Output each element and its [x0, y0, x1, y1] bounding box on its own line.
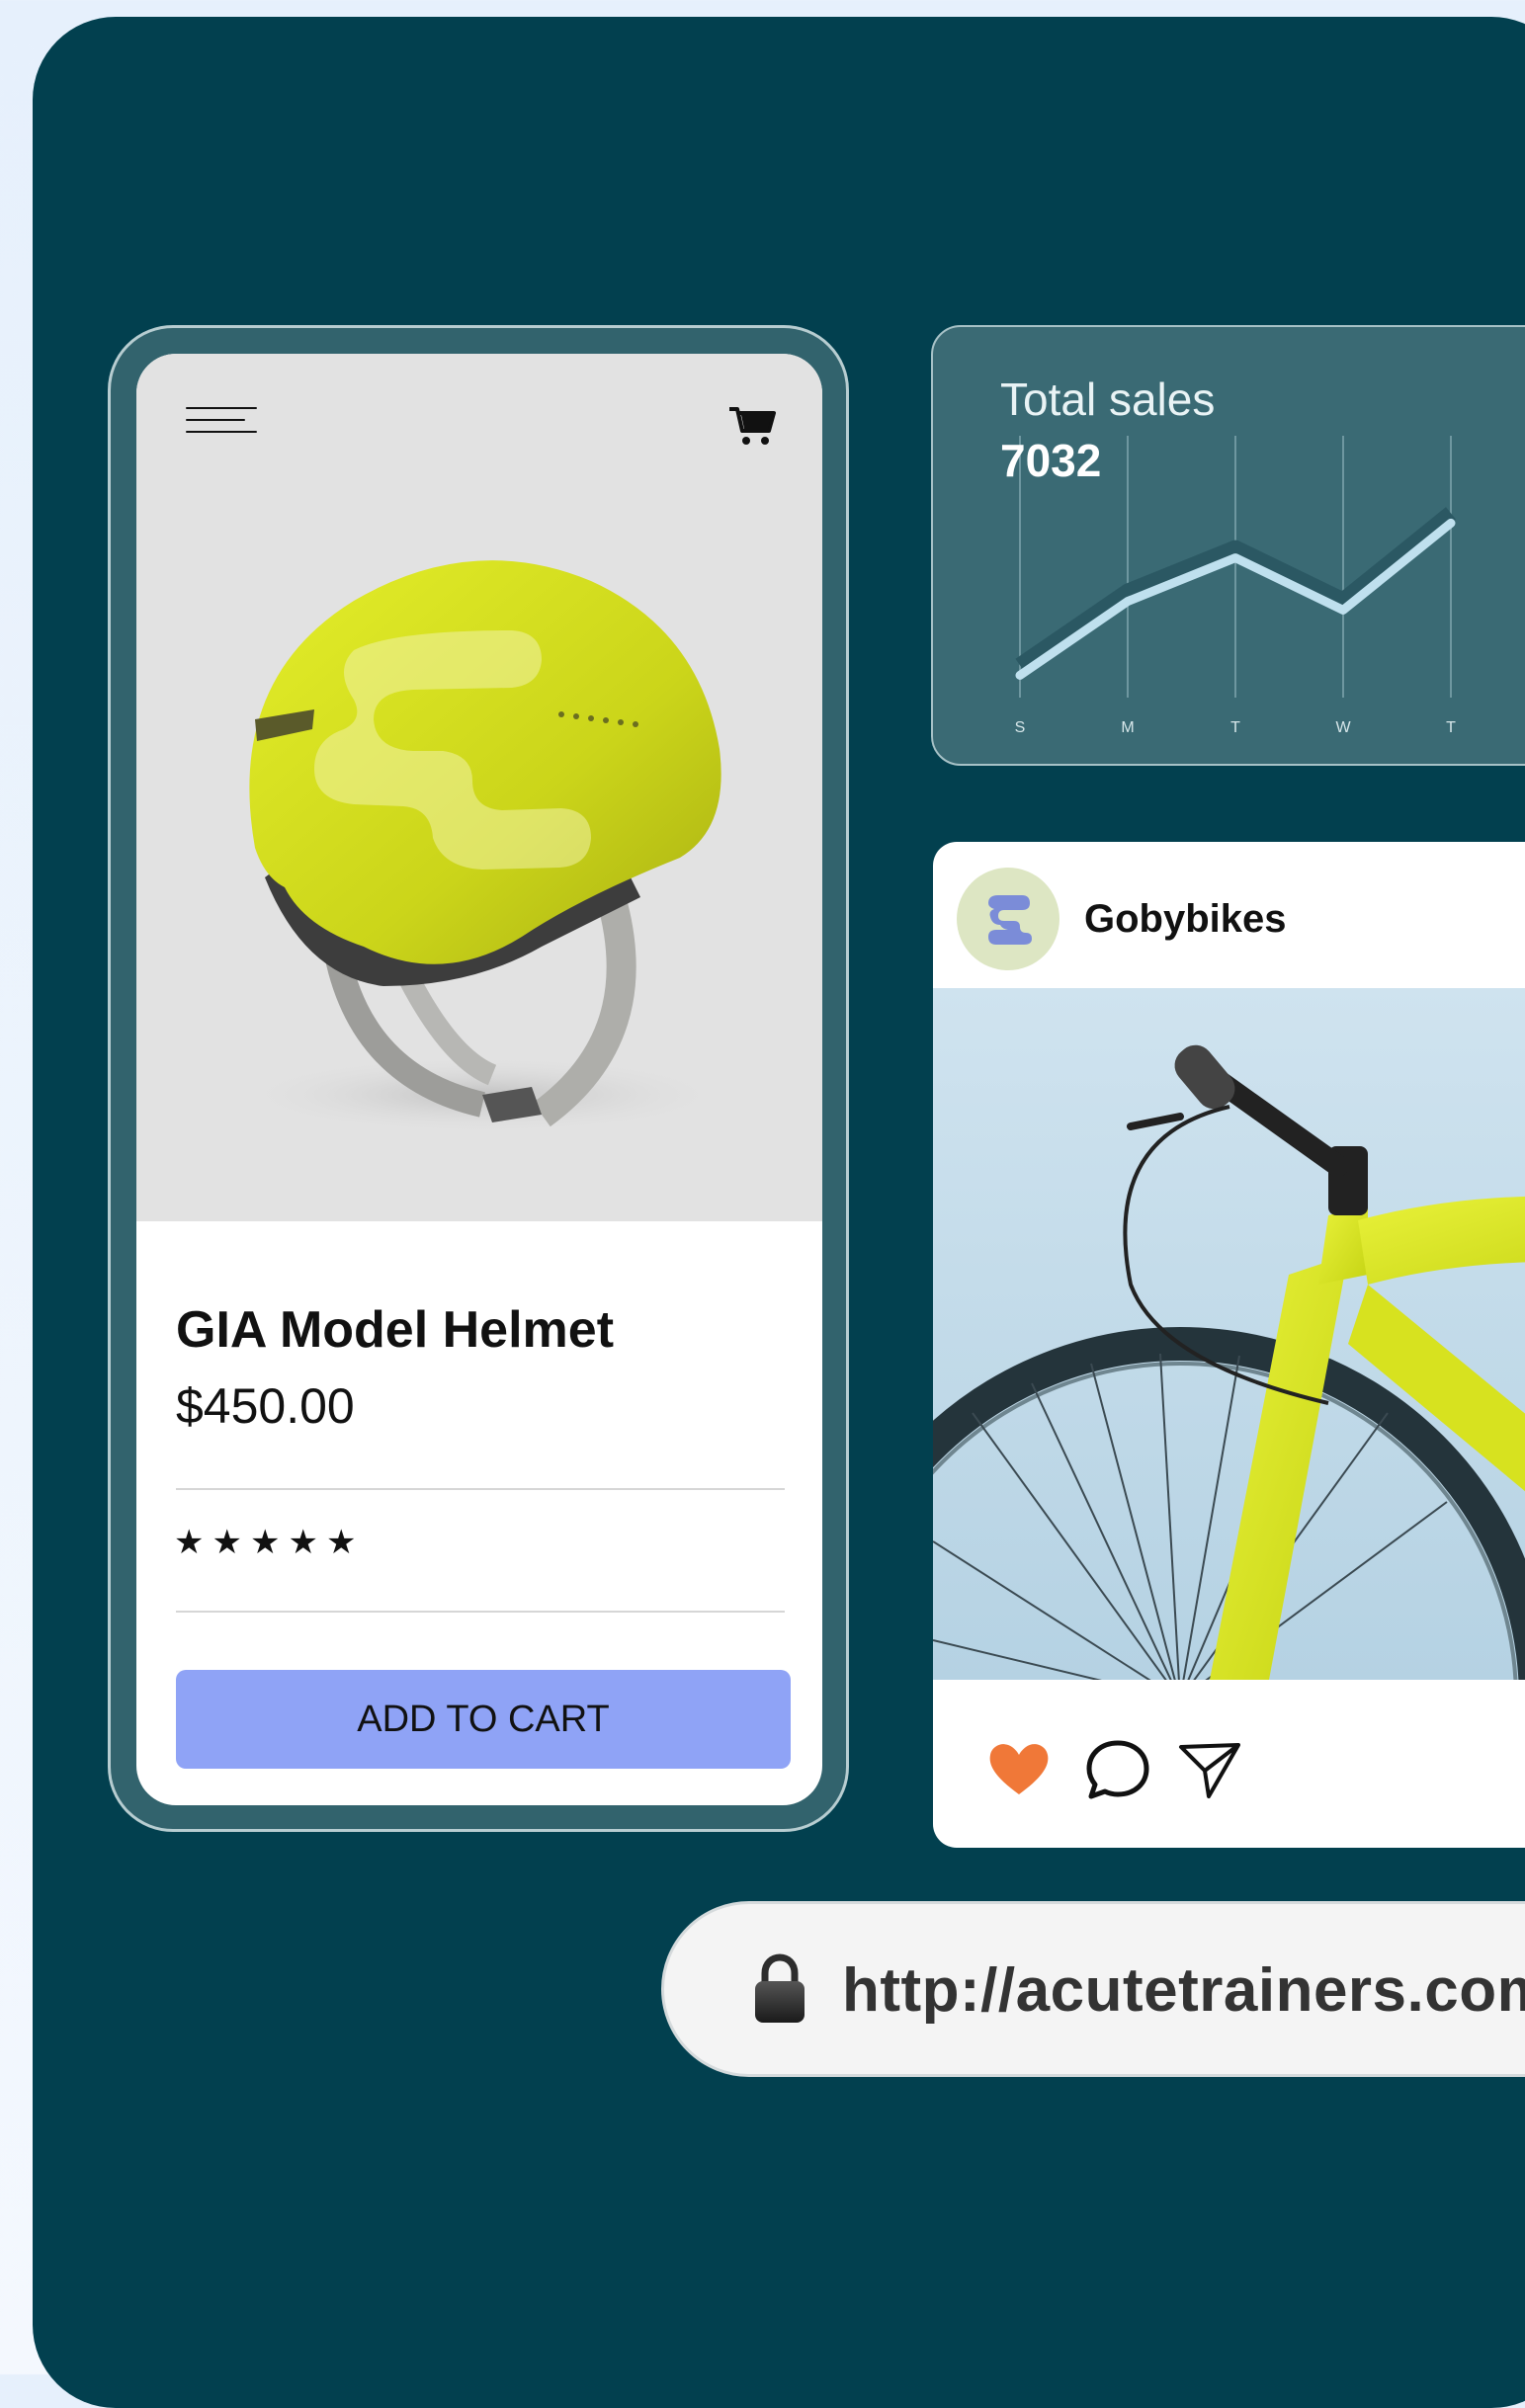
helmet-image — [235, 560, 729, 1134]
url-text[interactable]: http://acutetrainers.com — [842, 1955, 1525, 2026]
rating-stars: ★ ★ ★ ★ ★ — [174, 1526, 356, 1559]
lock-icon — [755, 1953, 805, 2023]
divider — [176, 1488, 785, 1490]
chart-tick-label: T — [1446, 719, 1456, 736]
divider — [176, 1611, 785, 1613]
product-price: $450.00 — [176, 1378, 355, 1434]
hero-scene: GIA Model Helmet $450.00 ★ ★ ★ ★ ★ ADD T… — [33, 17, 1525, 2408]
avatar[interactable] — [957, 868, 1059, 970]
phone-screen: GIA Model Helmet $450.00 ★ ★ ★ ★ ★ ADD T… — [136, 354, 822, 1805]
chart-point — [1124, 597, 1132, 606]
post-account-name[interactable]: Gobybikes — [1084, 897, 1287, 942]
chart-tick-label: M — [1121, 719, 1134, 736]
sales-label: Total sales — [1000, 374, 1216, 425]
chart-point — [1447, 519, 1455, 528]
browser-url-bar[interactable]: http://acutetrainers.com — [661, 1901, 1525, 2077]
star-icon: ★ — [249, 1523, 281, 1562]
product-phone-card: GIA Model Helmet $450.00 ★ ★ ★ ★ ★ ADD T… — [108, 325, 849, 1832]
star-icon: ★ — [325, 1523, 357, 1562]
post-header: Gobybikes — [933, 842, 1525, 988]
star-icon: ★ — [174, 1523, 205, 1562]
brand-logo-icon — [988, 895, 1032, 945]
chart-point — [1016, 671, 1024, 680]
add-to-cart-button[interactable]: ADD TO CART — [176, 1670, 791, 1769]
heart-icon[interactable] — [984, 1737, 1054, 1800]
comment-icon[interactable] — [1083, 1737, 1152, 1800]
chart-point — [1339, 606, 1347, 615]
star-icon: ★ — [212, 1523, 242, 1562]
chart-tick-label: S — [1015, 719, 1026, 736]
star-icon: ★ — [288, 1523, 318, 1562]
chart-tick-label: T — [1230, 719, 1240, 736]
menu-icon[interactable] — [186, 403, 257, 439]
product-title: GIA Model Helmet — [176, 1301, 615, 1359]
send-icon[interactable] — [1175, 1737, 1244, 1800]
chart-point — [1231, 553, 1239, 562]
post-actions — [933, 1680, 1525, 1848]
chart-tick-label: W — [1335, 719, 1351, 736]
sales-card: S M T W T Total sales 7032 — [931, 325, 1525, 766]
social-post-card: Gobybikes — [933, 842, 1525, 1848]
sales-value: 7032 — [1000, 435, 1102, 486]
post-image — [933, 988, 1525, 1680]
product-image-area — [136, 354, 822, 1221]
cart-icon[interactable] — [727, 403, 777, 449]
